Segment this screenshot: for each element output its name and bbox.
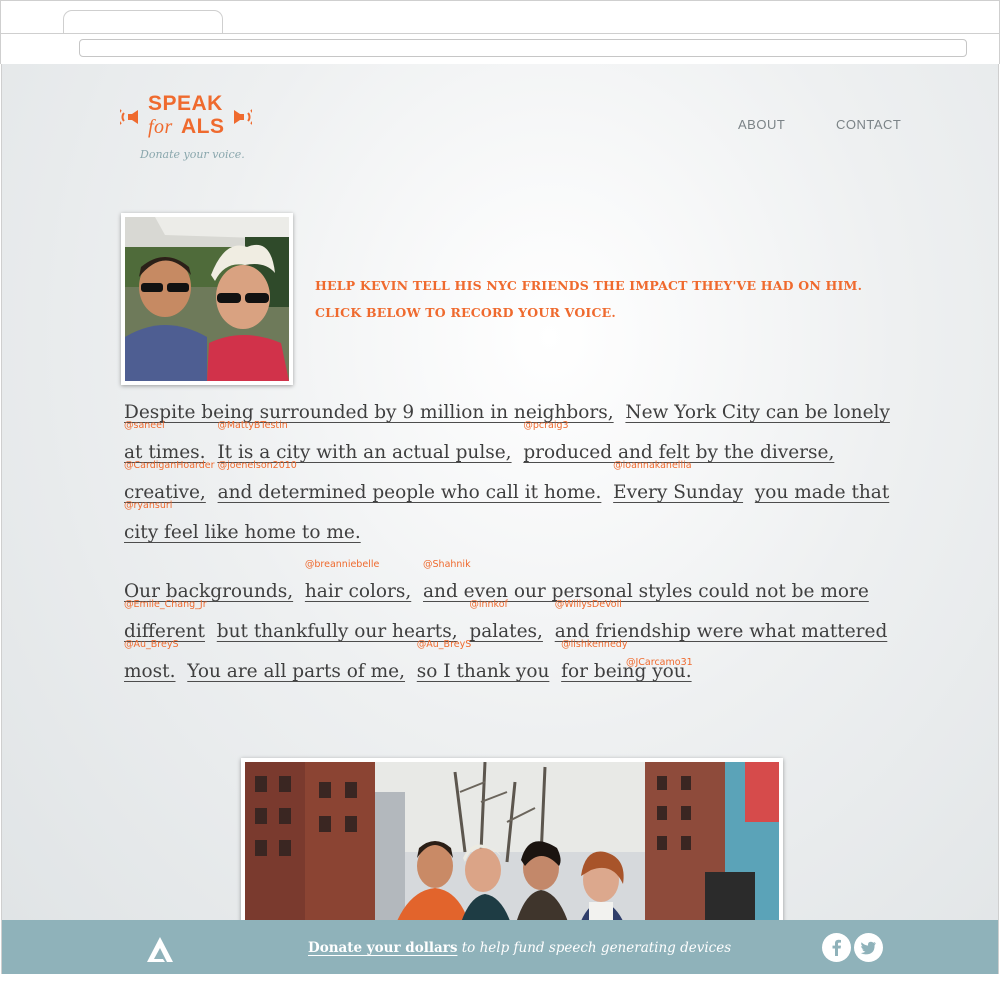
voice-tag[interactable]: @Emile_Chang_Jr <box>124 599 207 610</box>
phrase-gap <box>601 482 613 503</box>
phrase-gap <box>614 402 626 423</box>
voice-tag[interactable]: @Shahnik <box>423 559 471 570</box>
recordable-phrase[interactable]: @joenelson2010 and determined people who … <box>218 460 602 503</box>
recordable-phrase[interactable]: you made that <box>755 482 889 503</box>
speaker-left-icon <box>120 109 138 125</box>
footer-message: Donate your dollars to help fund speech … <box>308 940 731 956</box>
footer-bar: Donate your dollars to help fund speech … <box>1 920 999 974</box>
phrase-gap <box>206 482 218 503</box>
footer-message-rest: to help fund speech generating devices <box>457 940 732 956</box>
donate-dollars-link[interactable]: Donate your dollars <box>308 940 457 956</box>
phrase-gap <box>411 581 423 602</box>
logo-als: ALS <box>181 115 225 138</box>
recordable-phrase[interactable]: @Au_BreyS so I thank you <box>417 639 550 682</box>
recordable-phrase[interactable]: @innkof palates, <box>469 599 543 642</box>
story-line: @ryansurl city feel like home to me. <box>124 500 361 562</box>
browser-tab[interactable] <box>63 10 223 34</box>
phrase-gap <box>743 482 755 503</box>
voice-tag[interactable]: @breanniebelle <box>305 559 379 570</box>
voice-tag[interactable]: @MattyBTestin <box>217 420 287 431</box>
twitter-icon <box>860 941 876 955</box>
phrase-gap <box>205 621 217 642</box>
story-line: @Emile_Chang_Jr different but thankfully … <box>124 599 887 661</box>
recordable-phrase[interactable]: @breanniebelle hair colors, <box>305 559 411 602</box>
phrase-gap <box>549 661 561 682</box>
kevin-portrait-photo <box>121 213 293 385</box>
voice-tag[interactable]: @saneel <box>124 420 165 431</box>
chrome-divider <box>1 33 999 34</box>
browser-chrome <box>0 0 1000 64</box>
voice-tag[interactable]: @CardiganHoarder <box>124 460 215 471</box>
twitter-button[interactable] <box>854 933 883 962</box>
voice-tag[interactable]: @Au_BreyS <box>417 639 471 650</box>
recordable-phrase[interactable]: @Au_BreyS most. <box>124 639 178 682</box>
recordable-phrase[interactable]: @ioannakanellia Every Sunday <box>613 460 743 503</box>
logo-speak: SPEAK <box>148 92 223 115</box>
speak-for-als-logo[interactable]: SPEAK for ALS Donate your voice. <box>120 92 260 166</box>
nav-contact-link[interactable]: CONTACT <box>836 117 901 132</box>
recordable-phrase[interactable]: @ryansurl city feel like home to me. <box>124 500 361 543</box>
page-viewport: SPEAK for ALS Donate your voice. ABOUT C… <box>1 64 999 974</box>
story-line: @Au_BreyS most. You are all parts of me, … <box>124 639 692 701</box>
phrase-gap <box>405 661 417 682</box>
voice-tag[interactable]: @ryansurl <box>124 500 172 511</box>
phrase-gap <box>543 621 555 642</box>
phrase-gap <box>176 661 188 682</box>
recordable-phrase[interactable]: New York City can be lonely <box>625 402 890 423</box>
voice-tag[interactable]: @Au_BreyS <box>124 639 178 650</box>
speaker-right-icon <box>234 109 252 125</box>
headline-line-1: HELP KEVIN TELL HIS NYC FRIENDS THE IMPA… <box>315 278 863 293</box>
logo-tagline: Donate your voice. <box>140 148 245 161</box>
voice-tag[interactable]: @joenelson2010 <box>218 460 297 471</box>
voice-tag[interactable]: @JCarcamo31 <box>626 657 693 668</box>
portrait-image <box>125 217 289 381</box>
call-to-action-heading: HELP KEVIN TELL HIS NYC FRIENDS THE IMPA… <box>315 272 862 326</box>
phrase-gap <box>512 442 524 463</box>
recordable-phrase[interactable]: You are all parts of me, <box>187 661 405 682</box>
facebook-button[interactable] <box>822 933 851 962</box>
headline-line-2: CLICK BELOW TO RECORD YOUR VOICE. <box>315 305 616 320</box>
phrase-gap <box>293 581 305 602</box>
voice-tag[interactable]: @WillysDeVoll <box>555 599 622 610</box>
voice-tag[interactable]: @innkof <box>469 599 508 610</box>
voice-tag[interactable]: @pcraig3 <box>523 420 568 431</box>
logo-for: for <box>148 116 173 138</box>
nav-about-link[interactable]: ABOUT <box>738 117 785 132</box>
logo-a-icon[interactable] <box>145 935 177 963</box>
voice-tag[interactable]: @ioannakanellia <box>613 460 691 471</box>
facebook-icon <box>832 939 841 956</box>
address-bar[interactable] <box>79 39 967 57</box>
voice-tag[interactable]: @lishkennedy <box>561 639 627 650</box>
story-line: @CardiganHoarder creative, @joenelson2010… <box>124 460 889 522</box>
